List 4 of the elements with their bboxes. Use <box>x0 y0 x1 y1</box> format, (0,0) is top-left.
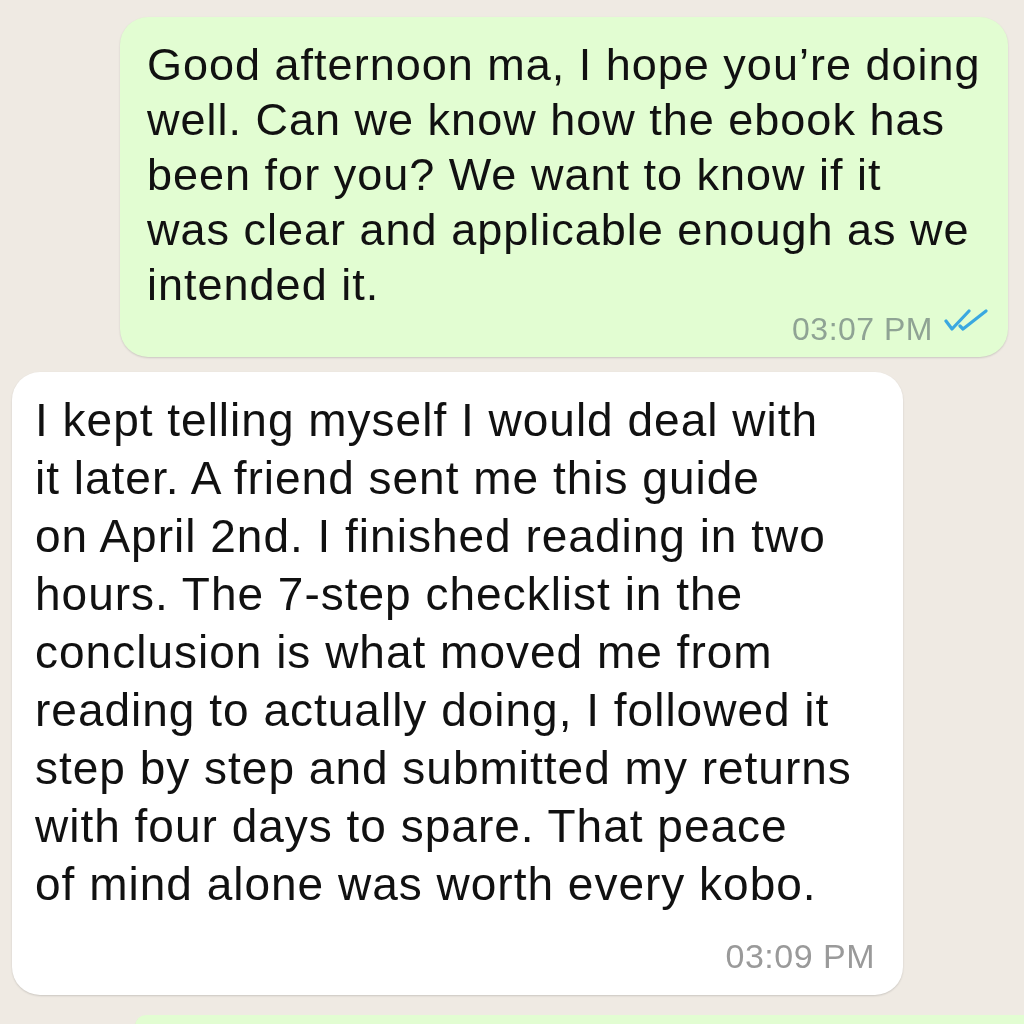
message-text: Good afternoon ma, I hope you’re doing well. Can we know how the ebook has been for you? We want to know if it was clear and applicable enough as we intended it. <box>147 42 981 308</box>
message-time: 03:07 PM <box>792 313 933 345</box>
message-time: 03:09 PM <box>725 939 875 973</box>
message-text: I kept telling myself I would deal with it later. A friend sent me this guide on April 2nd. I finished reading in two hours. The 7-step checklist in the conclusion is what moved me from reading to actually doing, I followed it step by step and submitted my returns with four days to spare. That peace of mind alone was worth every kobo. <box>35 396 852 908</box>
